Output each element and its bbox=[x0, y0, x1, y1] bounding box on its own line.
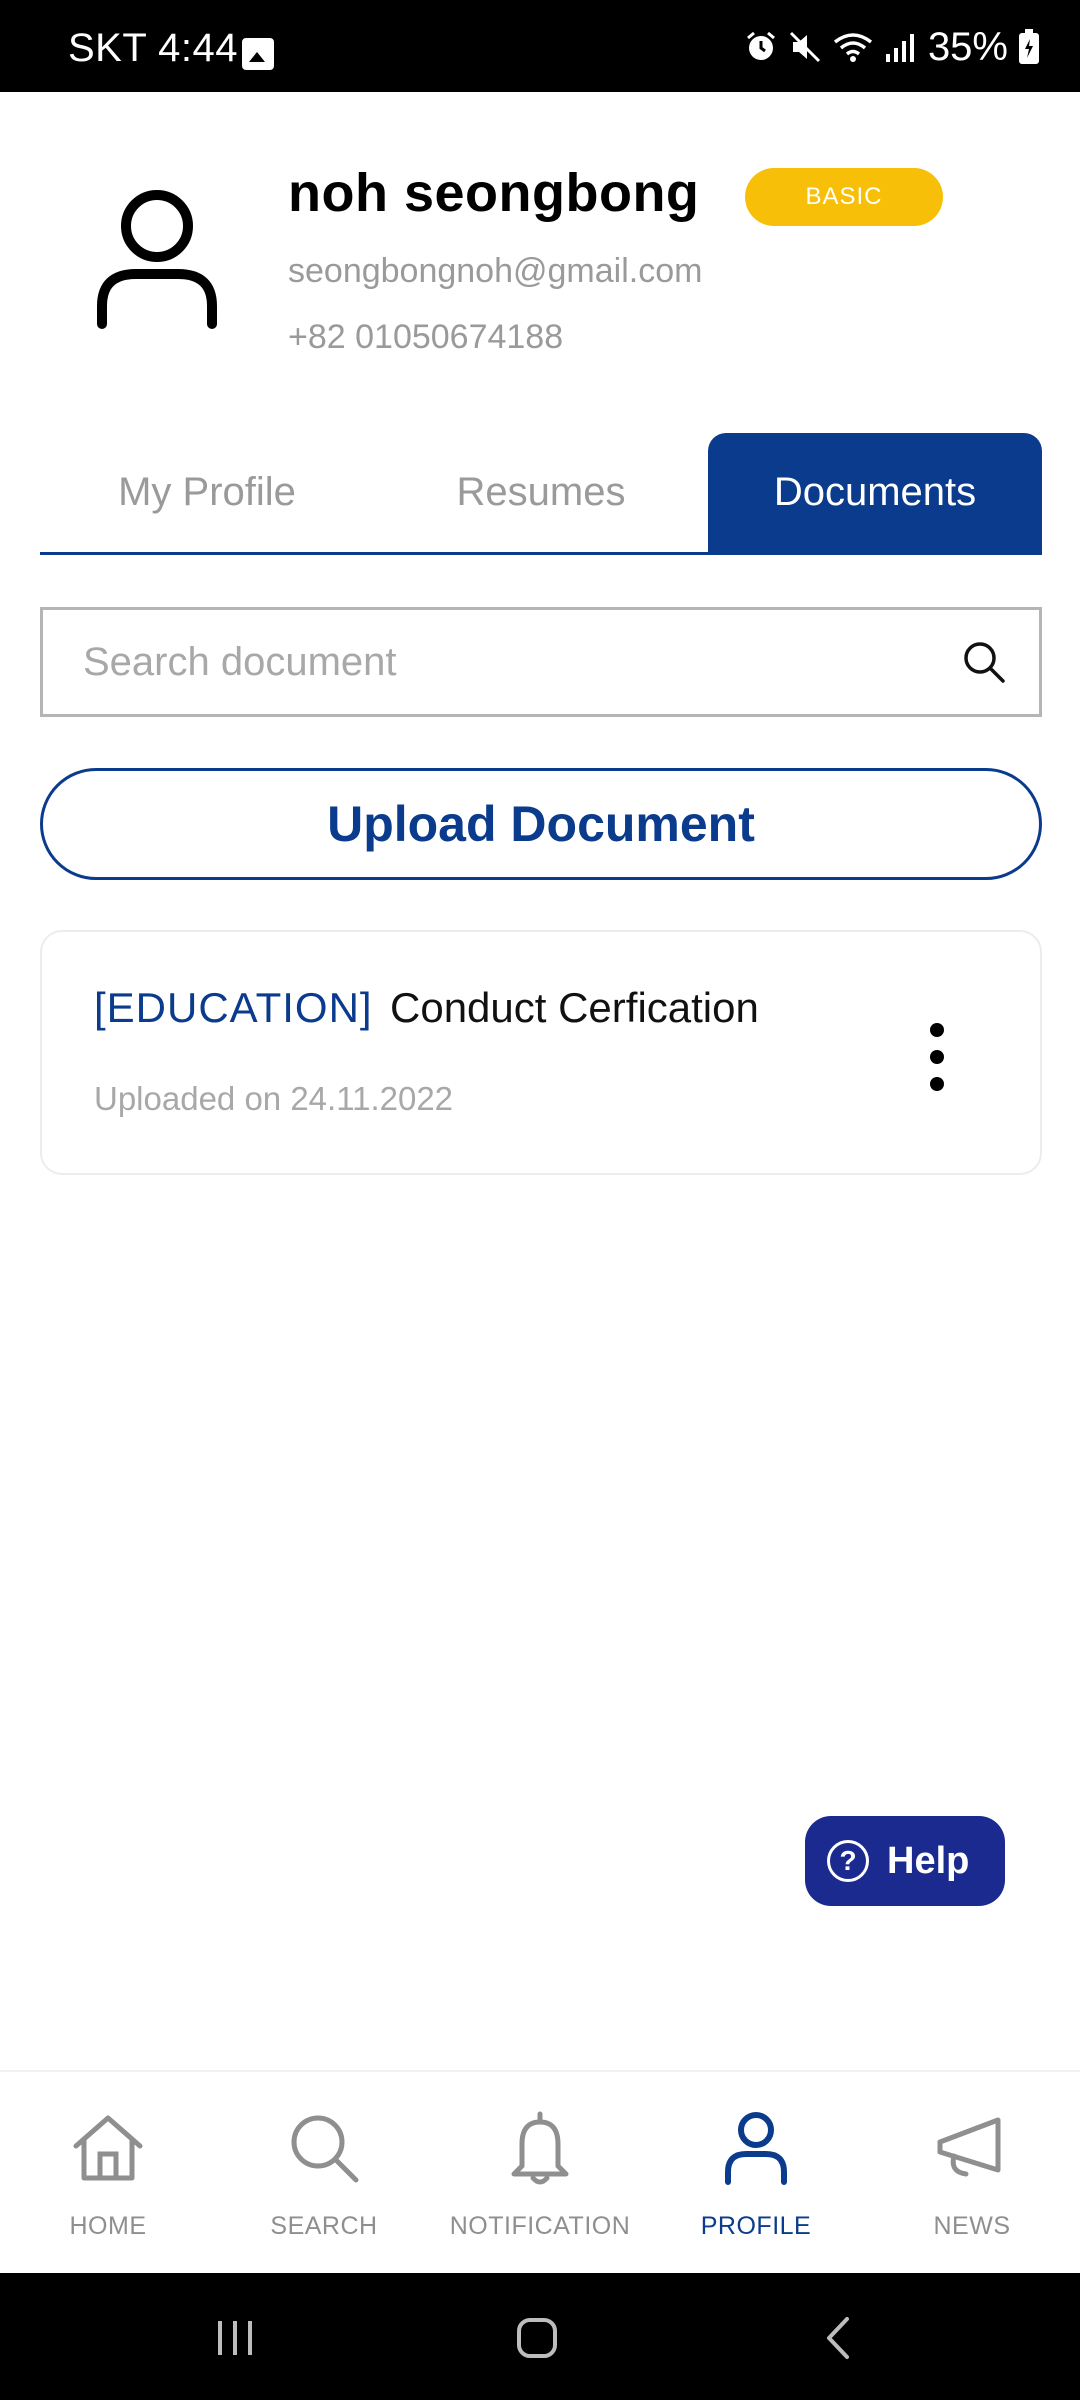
search-input[interactable] bbox=[43, 639, 929, 685]
mute-icon bbox=[789, 31, 820, 63]
avatar-icon bbox=[97, 190, 217, 329]
help-button[interactable]: ? Help bbox=[805, 1816, 1005, 1906]
nav-news-label: NEWS bbox=[933, 2212, 1011, 2240]
bell-icon bbox=[511, 2111, 569, 2185]
wifi-icon bbox=[833, 33, 873, 62]
more-options-icon[interactable] bbox=[912, 1017, 962, 1097]
battery-text: 35% bbox=[927, 24, 1008, 69]
search-icon bbox=[964, 642, 1005, 683]
nav-search[interactable]: SEARCH bbox=[216, 2072, 432, 2273]
signal-icon bbox=[885, 34, 914, 62]
status-bar: SKT 4:44 35% bbox=[0, 0, 1080, 92]
search-icon bbox=[291, 2115, 359, 2183]
document-upload-date: Uploaded on 24.11.2022 bbox=[94, 1080, 454, 1117]
system-navigation-bar bbox=[0, 2273, 1080, 2400]
nav-notification-label: NOTIFICATION bbox=[449, 2212, 631, 2240]
home-icon bbox=[73, 2115, 143, 2181]
tab-resumes[interactable]: Resumes bbox=[374, 433, 708, 552]
alarm-icon bbox=[746, 31, 775, 60]
user-name: noh seongbong bbox=[288, 163, 700, 223]
nav-search-label: SEARCH bbox=[270, 2212, 378, 2240]
search-box bbox=[40, 607, 1042, 717]
membership-badge: BASIC bbox=[745, 168, 943, 226]
nav-home[interactable]: HOME bbox=[0, 2072, 216, 2273]
upload-document-button[interactable]: Upload Document bbox=[40, 768, 1042, 880]
document-title: Conduct Cerfication bbox=[390, 984, 759, 1031]
nav-notification[interactable]: NOTIFICATION bbox=[432, 2072, 648, 2273]
nav-home-label: HOME bbox=[69, 2212, 147, 2240]
nav-news[interactable]: NEWS bbox=[864, 2072, 1080, 2273]
nav-profile-label: PROFILE bbox=[700, 2212, 812, 2240]
user-email: seongbongnoh@gmail.com bbox=[288, 252, 703, 290]
question-icon: ? bbox=[827, 1840, 869, 1882]
bottom-navigation: HOME SEARCH NOTIFICATION PROFILE NEWS bbox=[0, 2070, 1080, 2273]
status-icons: 35% bbox=[744, 22, 1040, 72]
user-phone: +82 01050674188 bbox=[288, 318, 564, 356]
battery-icon bbox=[1019, 29, 1039, 64]
back-icon[interactable] bbox=[805, 2303, 875, 2373]
document-category: [EDUCATION] bbox=[94, 984, 373, 1031]
tab-my-profile[interactable]: My Profile bbox=[40, 433, 374, 552]
recent-apps-icon[interactable] bbox=[200, 2303, 270, 2373]
profile-tabs: My Profile Resumes Documents bbox=[40, 433, 1042, 555]
status-time: SKT 4:44 bbox=[68, 26, 239, 70]
nav-profile[interactable]: PROFILE bbox=[648, 2072, 864, 2273]
help-label: Help bbox=[887, 1839, 970, 1882]
tab-documents[interactable]: Documents bbox=[708, 433, 1042, 552]
megaphone-icon bbox=[937, 2117, 1001, 2177]
person-icon bbox=[725, 2112, 787, 2185]
gallery-notification-icon bbox=[242, 38, 274, 70]
home-button-icon[interactable] bbox=[502, 2303, 572, 2373]
document-card[interactable]: [EDUCATION] Conduct Cerfication Uploaded… bbox=[40, 930, 1042, 1175]
search-button[interactable] bbox=[929, 610, 1039, 714]
